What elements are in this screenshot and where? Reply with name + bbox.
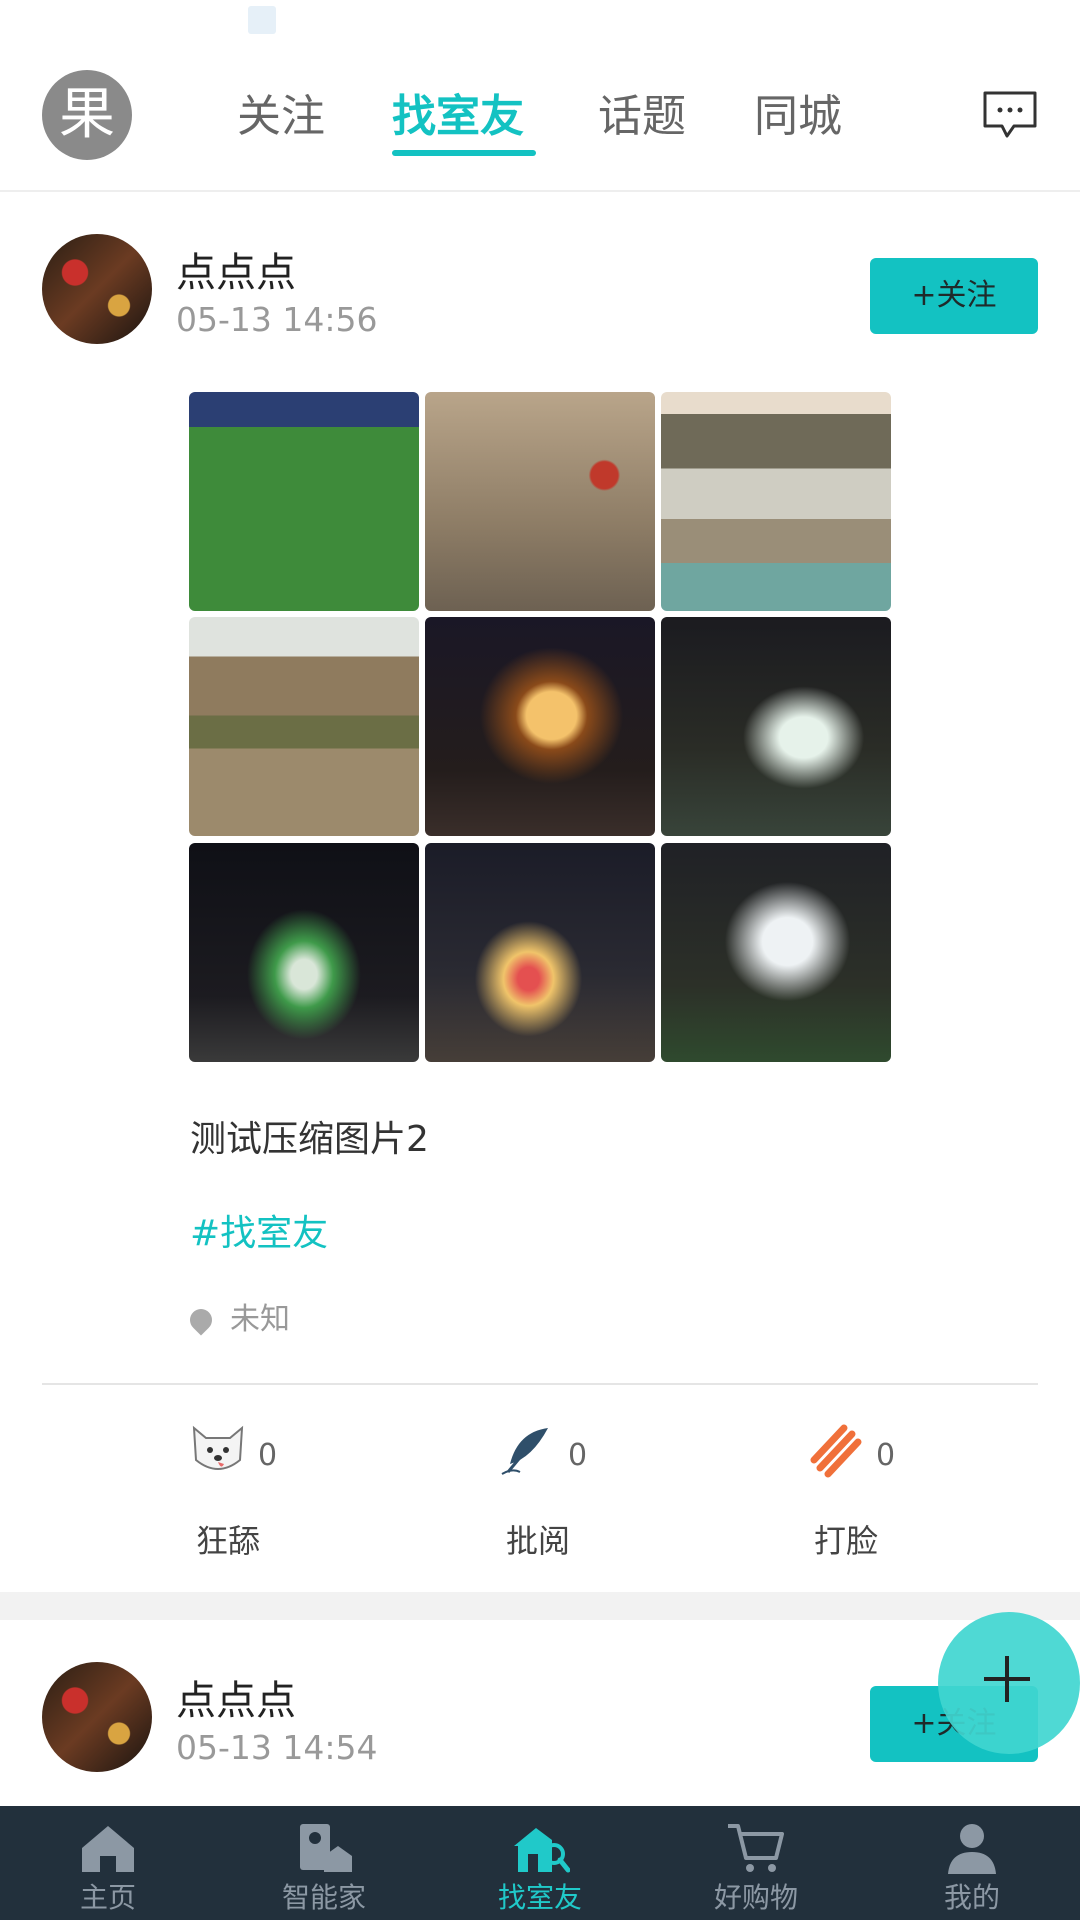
photo-rock-carving[interactable] (425, 392, 655, 611)
post-username[interactable]: 点点点 (176, 240, 296, 298)
home-icon (82, 1826, 134, 1872)
photo-football-field[interactable] (189, 392, 419, 611)
photo-lake-hills[interactable] (661, 392, 891, 611)
nav-find-roommate-label: 找室友 (497, 1881, 582, 1914)
photo-lit-pavilion-night[interactable] (425, 617, 655, 836)
nav-home[interactable]: 主页 (28, 1806, 188, 1920)
nav-find-roommate[interactable]: 找室友 (460, 1806, 620, 1920)
avatar[interactable] (42, 234, 152, 344)
photo-mountain-cliffs[interactable] (189, 617, 419, 836)
app-logo[interactable]: 果 (42, 70, 132, 160)
tab-same-city[interactable]: 同城 (754, 80, 842, 144)
post-username[interactable]: 点点点 (176, 1668, 296, 1726)
person-icon (948, 1824, 996, 1874)
nav-smart-home-label: 智能家 (281, 1881, 366, 1914)
post-separator (0, 1592, 1080, 1620)
notification-icon (248, 6, 276, 34)
nav-home-label: 主页 (79, 1881, 136, 1914)
chat-bubble-icon[interactable] (982, 90, 1038, 140)
tab-topics[interactable]: 话题 (598, 80, 686, 144)
tab-find-roommate[interactable]: 找室友 (392, 80, 524, 144)
post-time: 05-13 14:54 (176, 1728, 378, 1767)
location-pin-icon (185, 1304, 217, 1336)
dog-face-icon (192, 1425, 244, 1470)
active-tab-indicator (392, 150, 536, 156)
photo-flowerbed-lights-night[interactable] (425, 843, 655, 1062)
plus-icon (984, 1656, 1030, 1702)
nav-shopping-label: 好购物 (713, 1881, 798, 1914)
action-lick[interactable]: 0 狂舔 (188, 1420, 388, 1560)
tab-follow[interactable]: 关注 (237, 80, 325, 144)
photo-grid (189, 392, 891, 1062)
photo-light-sculpture-night[interactable] (189, 843, 419, 1062)
slap-label: 打脸 (814, 1522, 879, 1560)
nav-smart-home[interactable]: 智能家 (244, 1806, 404, 1920)
bottom-nav: 主页 智能家 找室友 好购物 我的 (0, 1806, 1080, 1920)
shopping-cart-icon (728, 1824, 784, 1872)
photo-lit-trees-walkway[interactable] (661, 617, 891, 836)
post-location: 未知 (185, 1294, 290, 1338)
review-count: 0 (568, 1438, 588, 1473)
location-text: 未知 (230, 1302, 290, 1337)
nav-profile-label: 我的 (943, 1881, 1000, 1914)
divider (42, 1383, 1038, 1385)
post-time: 05-13 14:56 (176, 300, 378, 339)
avatar[interactable] (42, 1662, 152, 1772)
review-label: 批阅 (506, 1522, 571, 1560)
follow-button[interactable]: +关注 (870, 258, 1038, 334)
smart-home-icon (300, 1824, 352, 1872)
topic-tag[interactable]: #找室友 (190, 1204, 328, 1256)
quill-pen-icon (501, 1428, 548, 1475)
lick-count: 0 (258, 1438, 278, 1473)
post-text[interactable]: 测试压缩图片2 (190, 1110, 429, 1162)
feed-post: 点点点 05-13 14:54 +关注 (0, 1620, 1080, 1806)
status-bar (0, 0, 1080, 50)
nav-shopping[interactable]: 好购物 (676, 1806, 836, 1920)
slap-hand-icon (810, 1424, 862, 1478)
slap-count: 0 (876, 1438, 896, 1473)
nav-profile[interactable]: 我的 (892, 1806, 1052, 1920)
photo-lit-trees-park[interactable] (661, 843, 891, 1062)
house-search-icon (514, 1828, 570, 1873)
action-review[interactable]: 0 批阅 (498, 1420, 698, 1560)
top-header: 果 关注 找室友 话题 同城 (0, 50, 1080, 192)
action-slap[interactable]: 0 打脸 (806, 1420, 1006, 1560)
lick-label: 狂舔 (196, 1522, 261, 1560)
